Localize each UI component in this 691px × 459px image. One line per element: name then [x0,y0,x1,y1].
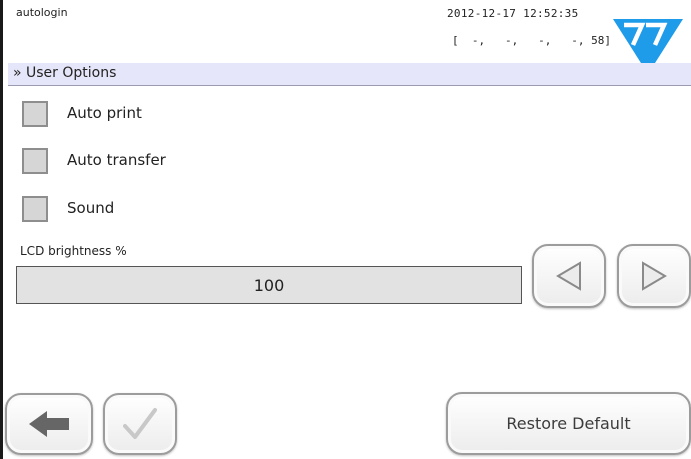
status-readout: [ -, -, -, -, 58] [452,34,611,47]
brightness-increase-button[interactable] [617,244,691,308]
logged-in-user: autologin [16,6,68,19]
checkmark-icon [123,408,157,439]
triangle-right-icon [642,261,667,291]
screen-edge [0,0,3,459]
sound-label: Sound [67,199,115,217]
sound-checkbox[interactable] [22,196,48,222]
brightness-decrease-button[interactable] [532,244,606,308]
triangle-left-icon [556,261,581,291]
auto-transfer-checkbox[interactable] [22,148,48,174]
auto-print-label: Auto print [67,104,142,122]
lcd-brightness-label: LCD brightness % [20,244,127,258]
restore-default-button[interactable]: Restore Default [446,392,691,455]
back-button[interactable] [5,393,93,455]
datetime-display: 2012-12-17 12:52:35 [447,7,579,20]
lcd-brightness-value-field[interactable]: 100 [16,266,522,304]
menu-breadcrumb: » User Options [13,65,117,81]
restore-default-label: Restore Default [506,414,631,433]
auto-transfer-label: Auto transfer [67,151,166,169]
auto-print-checkbox[interactable] [22,101,48,127]
arrow-left-icon [29,411,69,437]
confirm-button[interactable] [103,393,177,455]
lcd-brightness-value: 100 [253,275,285,295]
